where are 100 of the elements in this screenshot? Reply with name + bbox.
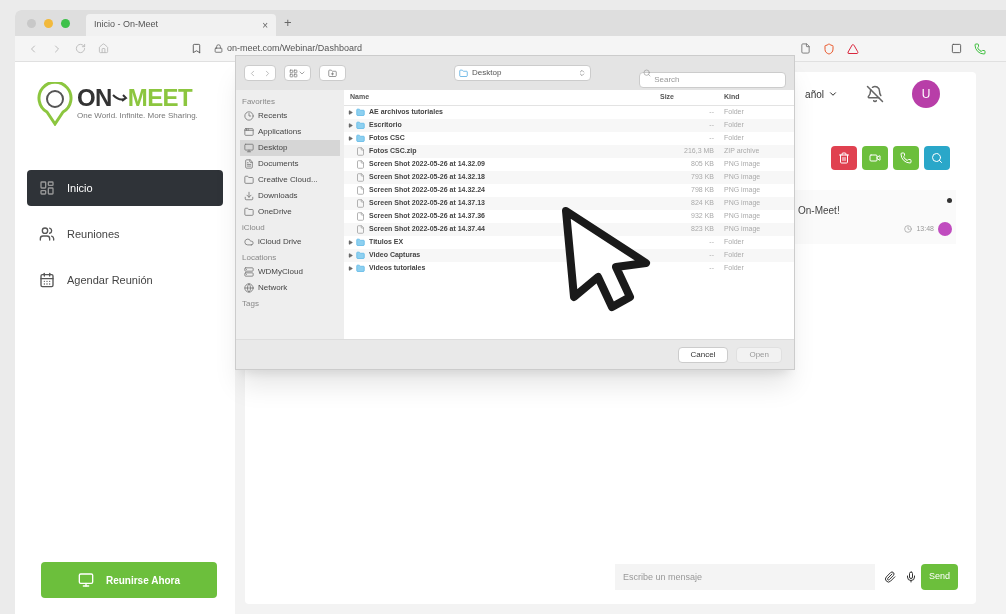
new-tab[interactable]: + — [284, 13, 292, 33]
sidebar-item[interactable]: Applications — [240, 124, 340, 140]
phone-icon — [900, 152, 912, 164]
folder-icon — [356, 264, 365, 273]
disclosure-triangle-icon[interactable] — [347, 240, 353, 245]
nav-icon — [39, 272, 55, 288]
chevron-down-icon[interactable] — [828, 89, 838, 99]
place-icon — [244, 143, 254, 153]
file-icon — [356, 160, 365, 169]
bookmark-icon[interactable] — [191, 43, 202, 54]
nav-item[interactable]: Agendar Reunión — [27, 262, 223, 298]
disclosure-triangle-icon[interactable] — [347, 253, 353, 258]
file-icon — [356, 147, 365, 156]
sidebar-item[interactable]: iCloud Drive — [240, 234, 340, 250]
trash-icon — [838, 152, 850, 164]
arrow-icon — [111, 92, 128, 104]
folder-icon — [459, 68, 468, 78]
section-heading: iCloud — [242, 222, 266, 234]
logo-text: MEET — [127, 86, 193, 110]
sidebar-item[interactable]: Recents — [240, 108, 340, 124]
video-icon — [869, 152, 881, 164]
section-heading: Locations — [242, 252, 278, 264]
folder-icon — [356, 238, 365, 247]
sidebar-item[interactable]: Desktop — [240, 140, 340, 156]
home-icon[interactable] — [98, 43, 109, 54]
location-pin-logo-icon — [37, 82, 73, 126]
lock-icon — [214, 44, 223, 53]
place-icon — [244, 237, 254, 247]
bell-off-icon[interactable] — [866, 85, 884, 103]
user-avatar[interactable]: U — [912, 80, 940, 108]
place-icon — [244, 191, 254, 201]
logo-tagline: One World. Infinite. More Sharing. — [77, 110, 198, 122]
up-down-icon — [578, 69, 587, 77]
forward-icon — [263, 68, 272, 78]
file-icon — [356, 212, 365, 221]
disclosure-triangle-icon[interactable] — [347, 110, 353, 115]
file-icon — [356, 173, 365, 182]
message-input[interactable]: Escribe un mensaje — [614, 564, 875, 590]
message-text: On-Meet! — [798, 204, 841, 218]
phone-button[interactable] — [893, 146, 919, 170]
place-icon — [244, 267, 254, 277]
search-icon — [643, 69, 652, 77]
search-field[interactable]: Search — [639, 71, 786, 88]
folder-icon — [356, 121, 365, 130]
sidebar-item[interactable]: Creative Cloud... — [240, 172, 340, 188]
sidebar-item[interactable]: Network — [240, 280, 340, 296]
chevron-down-icon — [298, 69, 306, 77]
view-options-button[interactable] — [284, 65, 311, 81]
clock-icon — [904, 225, 913, 233]
video-button[interactable] — [862, 146, 888, 170]
search-button[interactable] — [924, 146, 950, 170]
reload-icon[interactable] — [75, 43, 86, 54]
page-icon[interactable] — [800, 43, 811, 54]
tab-close[interactable]: × — [262, 17, 268, 33]
attach-icon[interactable] — [883, 571, 896, 583]
window-icon[interactable] — [951, 43, 962, 54]
place-icon — [244, 207, 254, 217]
folder-icon — [356, 251, 365, 260]
file-icon — [356, 186, 365, 195]
trash-button[interactable] — [831, 146, 857, 170]
phone-icon[interactable] — [974, 42, 986, 55]
screen-icon — [77, 572, 94, 588]
search-icon — [931, 152, 943, 164]
nav-icon — [39, 180, 55, 196]
sidebar-item[interactable]: OneDrive — [240, 204, 340, 220]
file-icon — [356, 199, 365, 208]
disclosure-triangle-icon[interactable] — [347, 266, 353, 271]
sidebar-item[interactable]: Documents — [240, 156, 340, 172]
section-heading: Favorites — [242, 96, 276, 108]
sender-avatar — [938, 222, 952, 236]
url-text[interactable]: on-meet.com/Webinar/Dashboard — [227, 41, 362, 56]
shield-icon[interactable] — [823, 42, 835, 55]
nav-item[interactable]: Inicio — [27, 170, 223, 206]
place-icon — [244, 127, 254, 137]
file-icon — [356, 225, 365, 234]
place-icon — [244, 175, 254, 185]
disclosure-triangle-icon[interactable] — [347, 136, 353, 141]
location-dropdown[interactable]: Desktop — [454, 65, 592, 81]
logo-text: ON — [77, 86, 112, 110]
cancel-button[interactable]: Cancel — [677, 346, 729, 363]
nav-icon — [39, 226, 55, 242]
folder-icon — [356, 108, 365, 117]
section-heading: Tags — [242, 298, 260, 310]
place-icon — [244, 159, 254, 169]
new-folder-button[interactable] — [319, 65, 346, 81]
sidebar-item[interactable]: WDMyCloud — [240, 264, 340, 280]
tab-title: Inicio - On-Meet — [94, 18, 160, 32]
folder-icon — [328, 68, 337, 78]
place-icon — [244, 283, 254, 293]
sidebar-item[interactable]: Downloads — [240, 188, 340, 204]
language-selector[interactable]: añol — [805, 86, 824, 102]
microphone-icon[interactable] — [904, 571, 917, 583]
triangle-icon[interactable] — [847, 42, 859, 55]
disclosure-triangle-icon[interactable] — [347, 123, 353, 128]
grid-icon — [289, 68, 298, 78]
place-icon — [244, 111, 254, 121]
browser-tab[interactable]: Inicio - On-Meet × — [86, 14, 276, 36]
folder-icon — [356, 134, 365, 143]
nav-item[interactable]: Reuniones — [27, 216, 223, 252]
back-icon — [248, 68, 257, 78]
